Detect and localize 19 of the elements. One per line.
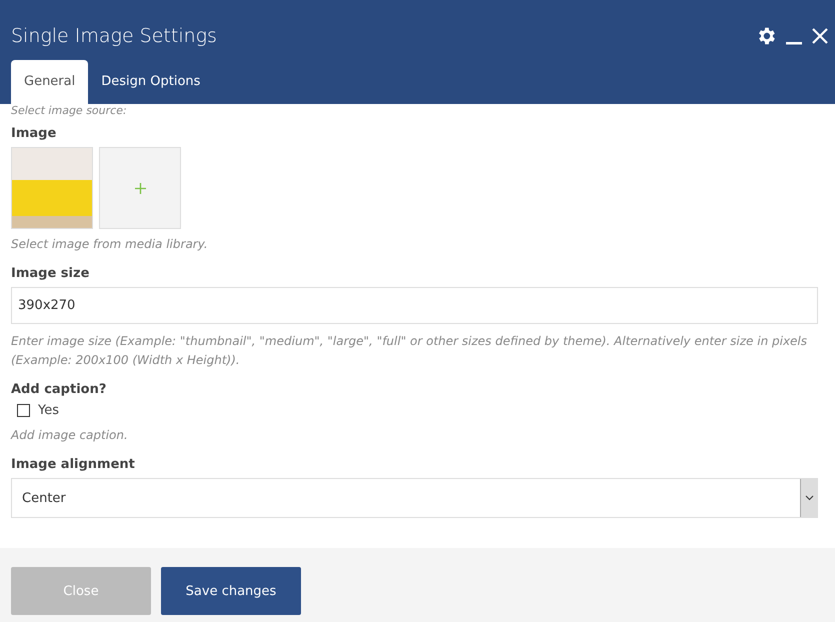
dialog-button[interactable]: Save changes xyxy=(161,567,301,615)
hint-text: Add image caption. xyxy=(11,427,129,444)
chevron-down-icon xyxy=(800,479,817,517)
window-title: Single Image Settings xyxy=(11,24,217,46)
field-label: Image xyxy=(11,126,58,141)
close-icon[interactable] xyxy=(811,26,829,44)
tab[interactable]: Design Options xyxy=(88,60,214,104)
field-label: Image size xyxy=(11,266,90,281)
checkbox[interactable] xyxy=(17,404,30,417)
checkbox-label: Yes xyxy=(38,403,59,418)
select-field[interactable]: Center xyxy=(11,478,818,518)
field-label: Image alignment xyxy=(11,457,136,472)
hint-text: Select image source: xyxy=(11,104,128,118)
field-label: Add caption? xyxy=(11,382,108,397)
tab[interactable]: General xyxy=(11,60,88,104)
hint-text: Enter image size (Example: "thumbnail", "medium", "large", "full" or other sizes defined by theme). Alternatively enter size in pixels (Example: 200x100 (Width x Height)). xyxy=(11,333,808,369)
input-field[interactable]: 390x270 xyxy=(11,287,818,324)
hint-text: Select image from media library. xyxy=(11,236,209,253)
plus-icon xyxy=(134,182,146,194)
